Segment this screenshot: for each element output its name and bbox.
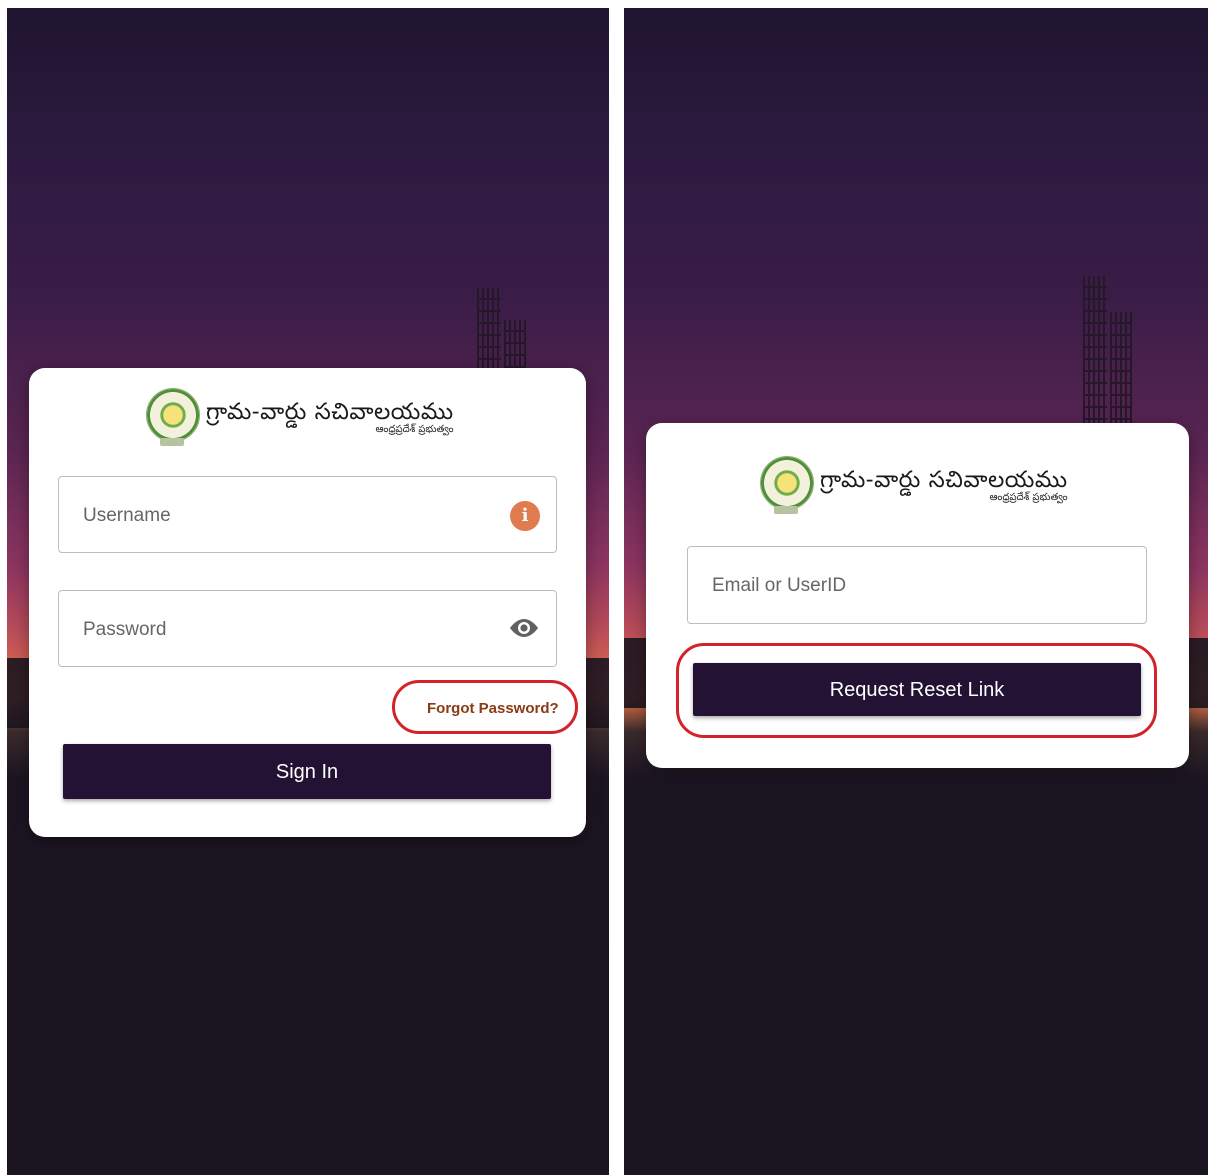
reset-password-screen: గ్రామ-వార్డు సచివాలయము ఆంధ్రప్రదేశ్ ప్రభ… [624, 8, 1208, 1175]
logo-subtitle: ఆంధ్రప్రదేశ్ ప్రభుత్వం [989, 492, 1068, 503]
login-card: గ్రామ-వార్డు సచివాలయము ఆంధ్రప్రదేశ్ ప్రభ… [29, 368, 586, 837]
logo-subtitle: ఆంధ్రప్రదేశ్ ప్రభుత్వం [375, 424, 454, 435]
app-logo: గ్రామ-వార్డు సచివాలయము ఆంధ్రప్రదేశ్ ప్రభ… [760, 456, 1068, 516]
username-field[interactable]: i [58, 476, 557, 554]
request-reset-link-button[interactable]: Request Reset Link [693, 663, 1141, 716]
app-logo: గ్రామ-వార్డు సచివాలయము ఆంధ్రప్రదేశ్ ప్రభ… [146, 388, 454, 448]
eye-icon[interactable] [508, 616, 540, 640]
state-emblem-icon [146, 388, 200, 448]
logo-title: గ్రామ-వార్డు సచివాలయము [206, 399, 454, 425]
construction-tower-graphic [1083, 276, 1107, 424]
forgot-password-link[interactable]: Forgot Password? [427, 700, 559, 717]
email-or-userid-input[interactable] [710, 547, 1081, 625]
sign-in-button[interactable]: Sign In [63, 744, 551, 799]
password-input[interactable] [81, 591, 483, 668]
construction-tower-graphic [477, 288, 501, 368]
logo-title: గ్రామ-వార్డు సచివాలయము [820, 467, 1068, 493]
login-screen: గ్రామ-వార్డు సచివాలయము ఆంధ్రప్రదేశ్ ప్రభ… [7, 8, 609, 1175]
construction-tower-graphic [1110, 312, 1132, 424]
email-or-userid-field[interactable] [687, 546, 1147, 625]
state-emblem-icon [760, 456, 814, 516]
info-icon[interactable]: i [510, 501, 540, 531]
username-input[interactable] [81, 477, 483, 554]
password-field[interactable] [58, 590, 557, 668]
forgot-password-highlight: Forgot Password? [392, 680, 578, 734]
reset-card: గ్రామ-వార్డు సచివాలయము ఆంధ్రప్రదేశ్ ప్రభ… [646, 423, 1189, 768]
construction-tower-graphic [504, 320, 526, 368]
